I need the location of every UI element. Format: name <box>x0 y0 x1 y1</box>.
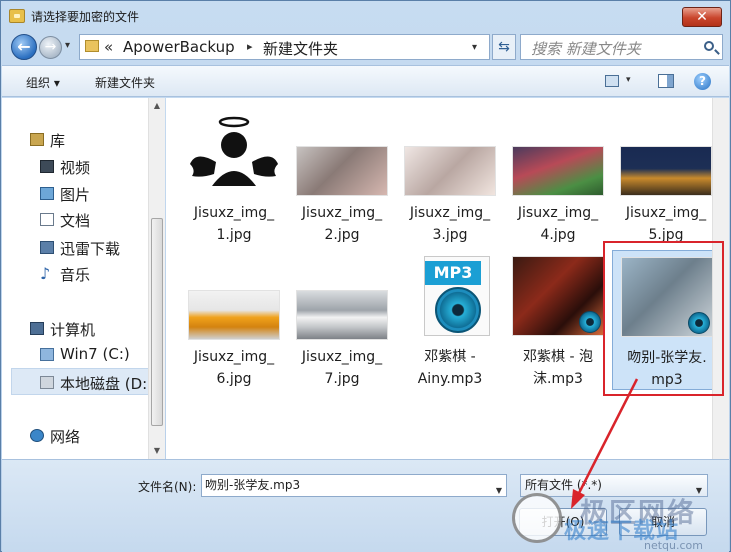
search-input[interactable]: 搜索 新建文件夹 <box>520 34 723 60</box>
file-name: 邓紫棋 - Ainy.mp3 <box>417 349 483 387</box>
title-bar[interactable]: 请选择要加密的文件 ✕ <box>1 1 730 31</box>
computer-icon <box>30 322 44 335</box>
download-icon <box>40 241 54 254</box>
scroll-down-icon[interactable]: ▼ <box>149 443 165 459</box>
address-row: ← → ▾ « ApowerBackup ▸ 新建文件夹 ▾ ⇆ 搜索 新建文件… <box>1 31 730 63</box>
search-placeholder: 搜索 新建文件夹 <box>531 40 641 58</box>
file-name: Jisuxz_img_ 5.jpg <box>625 205 707 243</box>
breadcrumb-separator-icon[interactable]: ▸ <box>247 40 253 53</box>
navigation-pane: 库 视频 图片 文档 迅雷下载 ♪ 音乐 计算机 Win7 (C:) 本地磁盘 … <box>2 98 165 459</box>
annotation-highlight-box <box>603 241 724 396</box>
breadcrumb-apowerbackup[interactable]: ApowerBackup <box>123 38 235 56</box>
nav-item-music[interactable]: 音乐 <box>60 264 90 285</box>
dialog-footer: 文件名(N): 吻别-张学友.mp3 ▼ 所有文件 (*.*) ▼ 打开(O) … <box>2 459 729 552</box>
library-icon <box>30 133 44 146</box>
file-item[interactable]: Jisuxz_img_ 6.jpg <box>180 250 288 390</box>
search-icon[interactable] <box>704 41 714 51</box>
image-thumbnail <box>620 146 712 196</box>
lock-icon <box>9 9 25 23</box>
mp3-label: MP3 <box>425 261 481 285</box>
file-item[interactable]: Jisuxz_img_ 2.jpg <box>288 106 396 246</box>
file-open-dialog: 请选择要加密的文件 ✕ ← → ▾ « ApowerBackup ▸ 新建文件夹… <box>0 0 731 552</box>
back-button[interactable]: ← <box>11 34 37 60</box>
image-thumbnail <box>296 146 388 196</box>
window-title: 请选择要加密的文件 <box>31 10 140 24</box>
address-bar[interactable]: « ApowerBackup ▸ 新建文件夹 ▾ <box>79 34 490 60</box>
file-name: Jisuxz_img_ 6.jpg <box>193 349 275 387</box>
image-thumbnail <box>188 290 280 340</box>
file-name: Jisuxz_img_ 2.jpg <box>301 205 383 243</box>
nav-scrollbar[interactable]: ▲ ▼ <box>148 98 165 459</box>
file-item[interactable]: 邓紫棋 - 泡 沫.mp3 <box>504 250 612 390</box>
image-thumbnail <box>296 290 388 340</box>
scroll-up-icon[interactable]: ▲ <box>149 98 165 114</box>
file-name: Jisuxz_img_ 3.jpg <box>409 205 491 243</box>
file-item[interactable]: Jisuxz_img_ 7.jpg <box>288 250 396 390</box>
new-folder-button[interactable]: 新建文件夹 <box>95 74 155 91</box>
nav-item-drive-d[interactable]: 本地磁盘 (D: <box>60 373 147 394</box>
file-name: Jisuxz_img_ 1.jpg <box>193 205 275 243</box>
mp3-document-icon: MP3 <box>424 256 490 336</box>
folder-icon <box>85 40 99 52</box>
file-item[interactable]: Jisuxz_img_ 3.jpg <box>396 106 504 246</box>
file-item[interactable]: Jisuxz_img_ 1.jpg <box>180 106 288 246</box>
command-bar: 组织 ▾ 新建文件夹 ▾ ? <box>2 65 729 97</box>
disc-icon <box>435 287 481 333</box>
network-icon <box>30 429 44 442</box>
file-item[interactable]: Jisuxz_img_ 5.jpg <box>612 106 720 246</box>
media-badge-icon <box>579 311 601 333</box>
change-view-icon[interactable] <box>605 75 619 87</box>
address-dropdown-icon[interactable]: ▾ <box>472 42 477 53</box>
nav-item-video[interactable]: 视频 <box>60 157 90 178</box>
image-thumbnail <box>404 146 496 196</box>
nav-item-library[interactable]: 库 <box>50 130 65 151</box>
nav-item-computer[interactable]: 计算机 <box>50 319 95 340</box>
preview-pane-icon[interactable] <box>658 74 674 88</box>
view-options-dropdown[interactable]: ▾ <box>626 75 631 85</box>
mp3-file-icon: MP3 <box>404 256 496 336</box>
cancel-button[interactable]: 取消 <box>619 508 707 536</box>
file-name: 邓紫棋 - 泡 沫.mp3 <box>523 349 593 387</box>
breadcrumb-overflow[interactable]: « <box>104 38 113 56</box>
nav-item-pictures[interactable]: 图片 <box>60 184 90 205</box>
close-button[interactable]: ✕ <box>682 7 722 27</box>
music-icon: ♪ <box>40 264 51 283</box>
nav-item-drive-c[interactable]: Win7 (C:) <box>60 345 130 363</box>
nav-item-documents[interactable]: 文档 <box>60 210 90 231</box>
image-thumbnail <box>512 146 604 196</box>
file-item[interactable]: Jisuxz_img_ 4.jpg <box>504 106 612 246</box>
filename-value: 吻别-张学友.mp3 <box>205 478 301 492</box>
nav-item-network[interactable]: 网络 <box>50 426 80 447</box>
file-name: Jisuxz_img_ 7.jpg <box>301 349 383 387</box>
help-icon[interactable]: ? <box>694 73 711 90</box>
nav-scroll-thumb[interactable] <box>151 218 163 426</box>
organize-menu[interactable]: 组织 ▾ <box>26 74 60 91</box>
picture-icon <box>40 187 54 200</box>
forward-button[interactable]: → <box>39 36 62 59</box>
file-type-select[interactable]: 所有文件 (*.*) ▼ <box>520 474 708 497</box>
filename-input[interactable]: 吻别-张学友.mp3 ▼ <box>201 474 507 497</box>
refresh-button[interactable]: ⇆ <box>492 34 516 60</box>
chevron-down-icon[interactable]: ▼ <box>696 480 702 501</box>
video-icon <box>40 160 54 173</box>
open-button[interactable]: 打开(O) <box>519 508 607 536</box>
filename-label: 文件名(N): <box>138 480 197 494</box>
album-art-thumbnail <box>512 256 604 336</box>
windows-drive-icon <box>40 348 54 361</box>
disk-icon <box>40 376 54 389</box>
file-name: Jisuxz_img_ 4.jpg <box>517 205 599 243</box>
breadcrumb-new-folder[interactable]: 新建文件夹 <box>263 38 338 59</box>
angel-avatar-thumbnail <box>188 112 280 192</box>
chevron-down-icon[interactable]: ▼ <box>496 480 502 501</box>
file-type-value: 所有文件 (*.*) <box>525 478 602 492</box>
nav-item-downloads[interactable]: 迅雷下载 <box>60 238 120 259</box>
document-icon <box>40 213 54 226</box>
recent-pages-dropdown[interactable]: ▾ <box>65 40 70 51</box>
file-item[interactable]: MP3 邓紫棋 - Ainy.mp3 <box>396 250 504 390</box>
